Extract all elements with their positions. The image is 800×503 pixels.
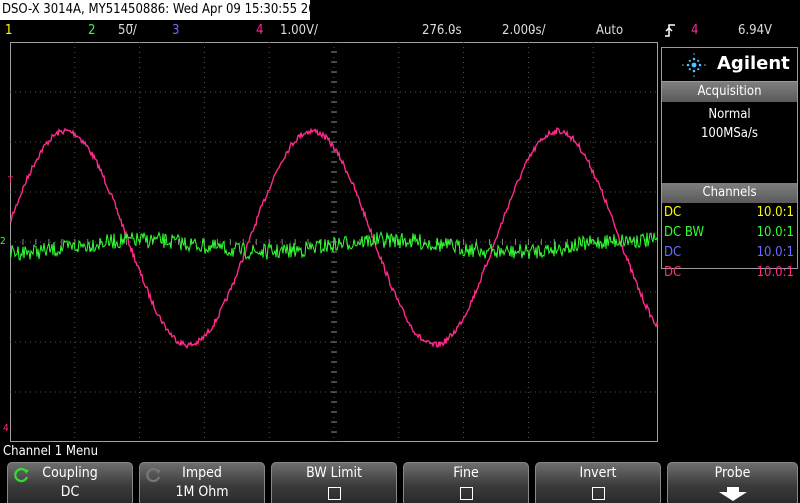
acquisition-info: Normal 100MSa/s (662, 102, 797, 183)
agilent-logo: Agilent (662, 48, 797, 82)
softkey-label: Fine (453, 465, 479, 481)
horizontal-scale[interactable]: 2.000̵s/ (502, 20, 546, 42)
ch3-indicator[interactable]: 3 (172, 20, 179, 42)
channel-row-2: DC BW 10.0:1 (662, 223, 797, 243)
fine-softkey[interactable]: Fine (403, 462, 529, 503)
trigger-source[interactable]: 4 (691, 20, 698, 42)
softkey-label: Invert (579, 465, 617, 481)
agilent-spark-icon (682, 53, 706, 77)
bw-limit-softkey[interactable]: BW Limit (271, 462, 397, 503)
channel-coupling: DC (664, 205, 682, 220)
ch1-indicator[interactable]: 1 (5, 20, 12, 42)
ch4-ground-marker[interactable]: 4 (3, 423, 9, 434)
channel-coupling: DC (664, 265, 682, 280)
softkey-label: BW Limit (306, 465, 362, 481)
window-title: DSO-X 3014A, MY51450886: Wed Apr 09 15:3… (0, 0, 310, 20)
impedance-softkey[interactable]: Imped 1M Ohm (139, 462, 265, 503)
invert-softkey[interactable]: Invert (535, 462, 661, 503)
channel-probe-ratio: 10.0:1 (756, 205, 794, 220)
channel-coupling: DC (664, 245, 682, 260)
coupling-softkey[interactable]: Coupling DC (7, 462, 133, 503)
ch4-scale[interactable]: 1.00V/ (280, 20, 318, 42)
probe-softkey[interactable]: Probe (667, 462, 798, 503)
menu-title: Channel 1 Menu (3, 444, 99, 459)
channel-row-4: DC 10.0:1 (662, 263, 797, 283)
channels-header: Channels (662, 183, 797, 203)
softkey-value: 1M Ohm (175, 484, 229, 500)
ch4-indicator[interactable]: 4 (256, 20, 263, 42)
softkey-label: Imped (182, 465, 222, 481)
horizontal-delay[interactable]: 276.0̵s (422, 20, 462, 42)
sample-rate: 100MSa/s (700, 126, 759, 141)
bw-limit-checkbox[interactable] (328, 487, 341, 500)
status-line: 1 2 50̅/ 3 4 1.00V/ 276.0̵s 2.000̵s/ Aut… (0, 20, 800, 42)
softkey-label: Probe (714, 465, 751, 481)
invert-checkbox[interactable] (592, 487, 605, 500)
submenu-down-arrow-icon (719, 487, 747, 501)
brand-name: Agilent (717, 53, 790, 74)
ch2-scale[interactable]: 50̅/ (118, 20, 137, 42)
channel-row-1: DC 10.0:1 (662, 203, 797, 223)
softkey-value: DC (60, 484, 80, 500)
trigger-mode[interactable]: Auto (596, 20, 623, 42)
fine-checkbox[interactable] (460, 487, 473, 500)
ch2-ground-marker[interactable]: 2 (0, 236, 6, 247)
channel-probe-ratio: 10.0:1 (756, 265, 794, 280)
channel-list: DC 10.0:1 DC BW 10.0:1 DC 10.0:1 DC 10.0… (662, 203, 797, 283)
channel-coupling: DC BW (664, 225, 705, 240)
trigger-level-marker[interactable]: T (8, 176, 13, 186)
channel-probe-ratio: 10.0:1 (756, 225, 794, 240)
trigger-edge-icon (664, 23, 676, 46)
channel-row-3: DC 10.0:1 (662, 243, 797, 263)
acquisition-header: Acquisition (662, 82, 797, 102)
channel-probe-ratio: 10.0:1 (756, 245, 794, 260)
softkey-label: Coupling (42, 465, 98, 481)
side-info-panel: Agilent Acquisition Normal 100MSa/s Chan… (661, 47, 798, 280)
trigger-level[interactable]: 6.94V (738, 20, 772, 42)
acquisition-mode: Normal (708, 107, 751, 122)
ch2-indicator[interactable]: 2 (88, 20, 95, 42)
waveform-graticule[interactable] (10, 42, 658, 442)
